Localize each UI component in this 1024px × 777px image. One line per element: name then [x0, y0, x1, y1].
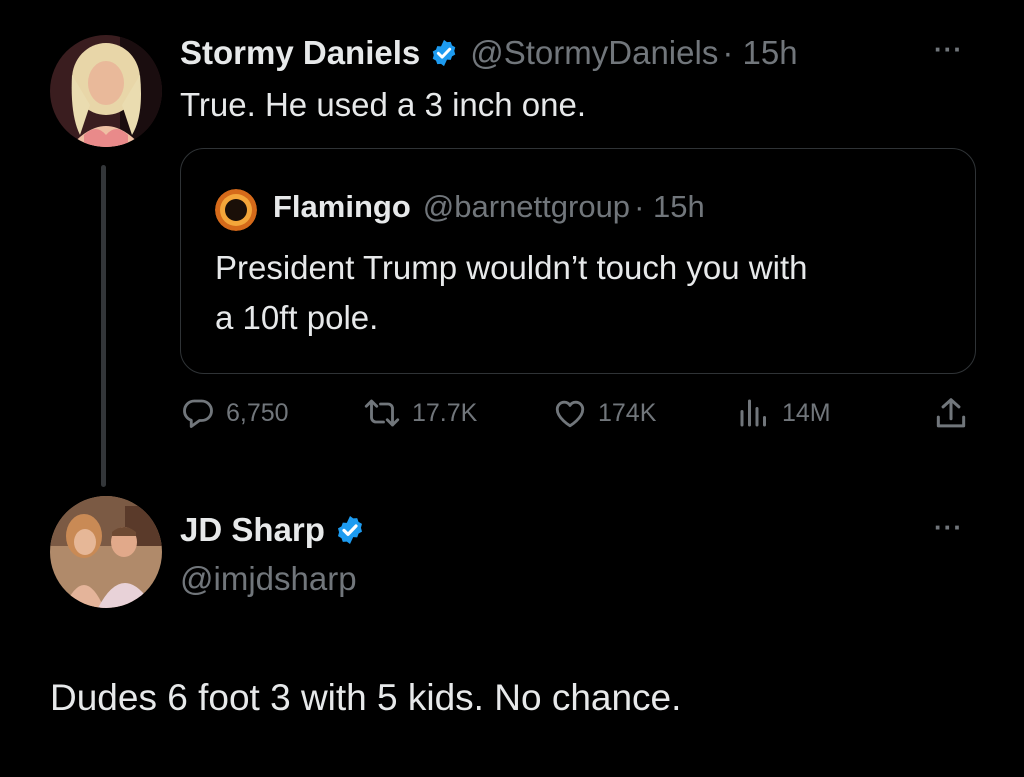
flamingo-avatar — [215, 189, 257, 231]
quote-text-line1: President Trump wouldn’t touch you with — [215, 249, 808, 286]
views-chart-icon — [740, 399, 766, 427]
tweet-header: JD Sharp — [180, 510, 366, 550]
display-name[interactable]: JD Sharp — [180, 511, 325, 549]
share-icon — [936, 398, 966, 428]
quote-header: Flamingo @barnettgroup · 15h — [273, 187, 705, 227]
tweet-header: Stormy Daniels @StormyDaniels · 15h — [180, 34, 798, 72]
quote-display-name: Flamingo — [273, 189, 411, 224]
view-count: 14M — [782, 398, 831, 427]
thread-connector-line — [101, 165, 106, 487]
verified-badge-icon — [429, 38, 459, 68]
handle[interactable]: @imjdsharp — [180, 560, 357, 598]
share-button[interactable] — [932, 395, 970, 433]
display-name[interactable]: Stormy Daniels — [180, 34, 420, 72]
like-count: 174K — [598, 398, 657, 427]
tweet-text: Dudes 6 foot 3 with 5 kids. No chance. — [50, 677, 682, 718]
repost-icon — [364, 399, 400, 427]
like-button[interactable]: 174K — [552, 395, 656, 431]
reply-icon — [183, 399, 213, 428]
more-options-icon[interactable]: ··· — [934, 36, 963, 62]
heart-icon — [555, 400, 585, 428]
quoted-tweet-card[interactable]: Flamingo @barnettgroup · 15h President T… — [180, 148, 976, 374]
reply-button[interactable]: 6,750 — [180, 395, 289, 431]
quote-timestamp: · 15h — [634, 189, 705, 224]
tweet-text: True. He used a 3 inch one. — [180, 86, 587, 123]
tweet-actions: 6,750 17.7K 174K 14M — [180, 395, 980, 435]
verified-badge-icon — [334, 514, 366, 546]
handle[interactable]: @StormyDaniels — [470, 34, 718, 72]
jd-sharp-avatar[interactable] — [50, 496, 162, 608]
views-button[interactable]: 14M — [736, 395, 831, 431]
reply-count: 6,750 — [226, 398, 289, 427]
timestamp[interactable]: · 15h — [722, 34, 797, 72]
quote-text-line2: a 10ft pole. — [215, 299, 379, 336]
stormy-daniels-avatar[interactable] — [50, 35, 162, 147]
repost-count: 17.7K — [412, 398, 478, 427]
quote-handle: @barnettgroup — [422, 189, 631, 224]
thread-view: Stormy Daniels @StormyDaniels · 15h ··· … — [0, 0, 1024, 777]
more-options-icon[interactable]: ··· — [934, 514, 963, 540]
repost-button[interactable]: 17.7K — [362, 395, 477, 431]
